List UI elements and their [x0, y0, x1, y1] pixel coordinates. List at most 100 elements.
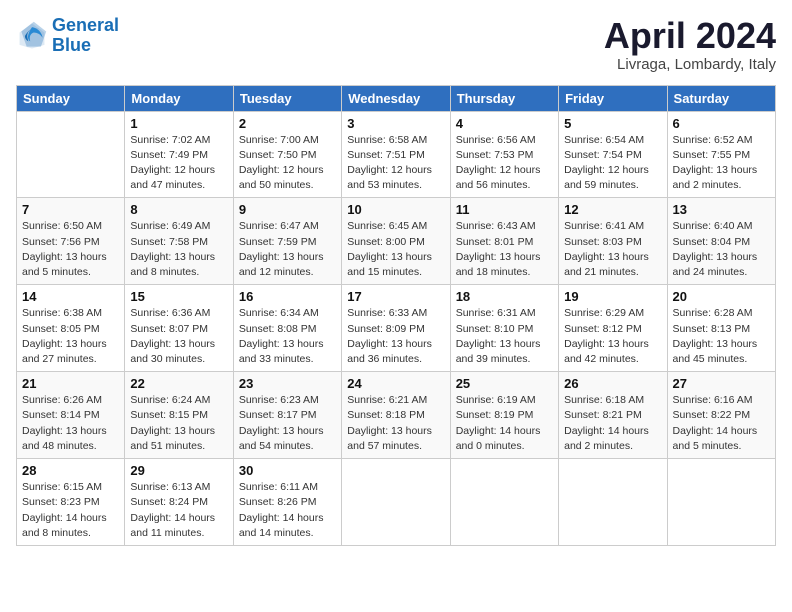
- calendar-cell: 15 Sunrise: 6:36 AM Sunset: 8:07 PM Dayli…: [125, 285, 233, 372]
- calendar-cell: 27 Sunrise: 6:16 AM Sunset: 8:22 PM Dayli…: [667, 372, 775, 459]
- day-number: 8: [130, 202, 227, 217]
- logo: General Blue: [16, 16, 119, 56]
- day-number: 22: [130, 376, 227, 391]
- weekday-header-saturday: Saturday: [667, 85, 775, 111]
- day-number: 18: [456, 289, 553, 304]
- calendar-cell: 9Sunrise: 6:47 AM Sunset: 7:59 PM Daylig…: [233, 198, 341, 285]
- day-info: Sunrise: 6:23 AM Sunset: 8:17 PM Dayligh…: [239, 393, 336, 454]
- day-info: Sunrise: 6:49 AM Sunset: 7:58 PM Dayligh…: [130, 219, 227, 280]
- page-header: General Blue April 2024 Livraga, Lombard…: [16, 16, 776, 73]
- day-info: Sunrise: 6:19 AM Sunset: 8:19 PM Dayligh…: [456, 393, 553, 454]
- day-info: Sunrise: 6:31 AM Sunset: 8:10 PM Dayligh…: [456, 306, 553, 367]
- calendar-cell: 18 Sunrise: 6:31 AM Sunset: 8:10 PM Dayli…: [450, 285, 558, 372]
- day-info: Sunrise: 7:00 AM Sunset: 7:50 PM Dayligh…: [239, 133, 336, 194]
- calendar-cell: 3 Sunrise: 6:58 AM Sunset: 7:51 PM Daylig…: [342, 111, 450, 198]
- day-number: 20: [673, 289, 770, 304]
- day-number: 12: [564, 202, 661, 217]
- weekday-header-wednesday: Wednesday: [342, 85, 450, 111]
- day-info: Sunrise: 6:21 AM Sunset: 8:18 PM Dayligh…: [347, 393, 444, 454]
- calendar-cell: 19Sunrise: 6:29 AM Sunset: 8:12 PM Dayli…: [559, 285, 667, 372]
- day-info: Sunrise: 6:58 AM Sunset: 7:51 PM Dayligh…: [347, 133, 444, 194]
- day-info: Sunrise: 7:02 AM Sunset: 7:49 PM Dayligh…: [130, 133, 227, 194]
- weekday-header-sunday: Sunday: [17, 85, 125, 111]
- day-info: Sunrise: 6:11 AM Sunset: 8:26 PM Dayligh…: [239, 480, 336, 541]
- calendar-cell: 8 Sunrise: 6:49 AM Sunset: 7:58 PM Daylig…: [125, 198, 233, 285]
- calendar-cell: 14 Sunrise: 6:38 AM Sunset: 8:05 PM Dayli…: [17, 285, 125, 372]
- day-info: Sunrise: 6:50 AM Sunset: 7:56 PM Dayligh…: [22, 219, 119, 280]
- day-info: Sunrise: 6:18 AM Sunset: 8:21 PM Dayligh…: [564, 393, 661, 454]
- title-block: April 2024 Livraga, Lombardy, Italy: [604, 16, 776, 73]
- location-title: Livraga, Lombardy, Italy: [604, 56, 776, 73]
- day-info: Sunrise: 6:41 AM Sunset: 8:03 PM Dayligh…: [564, 219, 661, 280]
- weekday-header-monday: Monday: [125, 85, 233, 111]
- calendar-cell: 7 Sunrise: 6:50 AM Sunset: 7:56 PM Daylig…: [17, 198, 125, 285]
- day-info: Sunrise: 6:47 AM Sunset: 7:59 PM Dayligh…: [239, 219, 336, 280]
- calendar-cell: 1 Sunrise: 7:02 AM Sunset: 7:49 PM Daylig…: [125, 111, 233, 198]
- day-info: Sunrise: 6:15 AM Sunset: 8:23 PM Dayligh…: [22, 480, 119, 541]
- calendar-cell: 22Sunrise: 6:24 AM Sunset: 8:15 PM Dayli…: [125, 372, 233, 459]
- calendar-cell: 30 Sunrise: 6:11 AM Sunset: 8:26 PM Dayli…: [233, 459, 341, 546]
- day-info: Sunrise: 6:45 AM Sunset: 8:00 PM Dayligh…: [347, 219, 444, 280]
- day-number: 2: [239, 116, 336, 131]
- calendar-cell: 26Sunrise: 6:18 AM Sunset: 8:21 PM Dayli…: [559, 372, 667, 459]
- weekday-header-thursday: Thursday: [450, 85, 558, 111]
- day-info: Sunrise: 6:38 AM Sunset: 8:05 PM Dayligh…: [22, 306, 119, 367]
- day-number: 13: [673, 202, 770, 217]
- day-info: Sunrise: 6:28 AM Sunset: 8:13 PM Dayligh…: [673, 306, 770, 367]
- day-info: Sunrise: 6:13 AM Sunset: 8:24 PM Dayligh…: [130, 480, 227, 541]
- day-info: Sunrise: 6:33 AM Sunset: 8:09 PM Dayligh…: [347, 306, 444, 367]
- day-number: 28: [22, 463, 119, 478]
- day-number: 3: [347, 116, 444, 131]
- day-number: 15: [130, 289, 227, 304]
- calendar-cell: 29 Sunrise: 6:13 AM Sunset: 8:24 PM Dayli…: [125, 459, 233, 546]
- calendar-cell: 5Sunrise: 6:54 AM Sunset: 7:54 PM Daylig…: [559, 111, 667, 198]
- day-info: Sunrise: 6:16 AM Sunset: 8:22 PM Dayligh…: [673, 393, 770, 454]
- calendar-cell: 13 Sunrise: 6:40 AM Sunset: 8:04 PM Dayli…: [667, 198, 775, 285]
- logo-text: General Blue: [52, 16, 119, 56]
- day-number: 25: [456, 376, 553, 391]
- calendar-cell: [450, 459, 558, 546]
- day-info: Sunrise: 6:43 AM Sunset: 8:01 PM Dayligh…: [456, 219, 553, 280]
- day-info: Sunrise: 6:40 AM Sunset: 8:04 PM Dayligh…: [673, 219, 770, 280]
- day-info: Sunrise: 6:29 AM Sunset: 8:12 PM Dayligh…: [564, 306, 661, 367]
- calendar-cell: 21Sunrise: 6:26 AM Sunset: 8:14 PM Dayli…: [17, 372, 125, 459]
- calendar-cell: 2 Sunrise: 7:00 AM Sunset: 7:50 PM Daylig…: [233, 111, 341, 198]
- calendar-cell: 23Sunrise: 6:23 AM Sunset: 8:17 PM Dayli…: [233, 372, 341, 459]
- calendar-cell: 12 Sunrise: 6:41 AM Sunset: 8:03 PM Dayli…: [559, 198, 667, 285]
- weekday-header-row: SundayMondayTuesdayWednesdayThursdayFrid…: [17, 85, 776, 111]
- day-info: Sunrise: 6:34 AM Sunset: 8:08 PM Dayligh…: [239, 306, 336, 367]
- calendar-cell: [17, 111, 125, 198]
- calendar-cell: 28 Sunrise: 6:15 AM Sunset: 8:23 PM Dayli…: [17, 459, 125, 546]
- calendar-cell: 25 Sunrise: 6:19 AM Sunset: 8:19 PM Dayli…: [450, 372, 558, 459]
- day-number: 14: [22, 289, 119, 304]
- calendar-cell: [342, 459, 450, 546]
- calendar-cell: 6 Sunrise: 6:52 AM Sunset: 7:55 PM Daylig…: [667, 111, 775, 198]
- day-info: Sunrise: 6:52 AM Sunset: 7:55 PM Dayligh…: [673, 133, 770, 194]
- day-number: 4: [456, 116, 553, 131]
- day-number: 24: [347, 376, 444, 391]
- day-number: 10: [347, 202, 444, 217]
- day-number: 17: [347, 289, 444, 304]
- calendar-week-row: 14 Sunrise: 6:38 AM Sunset: 8:05 PM Dayli…: [17, 285, 776, 372]
- logo-icon: [16, 20, 48, 52]
- day-number: 21: [22, 376, 119, 391]
- day-info: Sunrise: 6:54 AM Sunset: 7:54 PM Dayligh…: [564, 133, 661, 194]
- calendar-cell: [667, 459, 775, 546]
- day-info: Sunrise: 6:36 AM Sunset: 8:07 PM Dayligh…: [130, 306, 227, 367]
- calendar-week-row: 7 Sunrise: 6:50 AM Sunset: 7:56 PM Daylig…: [17, 198, 776, 285]
- day-number: 29: [130, 463, 227, 478]
- calendar-cell: 17 Sunrise: 6:33 AM Sunset: 8:09 PM Dayli…: [342, 285, 450, 372]
- calendar-cell: [559, 459, 667, 546]
- day-number: 6: [673, 116, 770, 131]
- day-number: 30: [239, 463, 336, 478]
- day-number: 7: [22, 202, 119, 217]
- calendar-cell: 20 Sunrise: 6:28 AM Sunset: 8:13 PM Dayli…: [667, 285, 775, 372]
- day-number: 11: [456, 202, 553, 217]
- month-title: April 2024: [604, 16, 776, 56]
- day-number: 27: [673, 376, 770, 391]
- calendar-week-row: 1 Sunrise: 7:02 AM Sunset: 7:49 PM Daylig…: [17, 111, 776, 198]
- calendar-week-row: 21Sunrise: 6:26 AM Sunset: 8:14 PM Dayli…: [17, 372, 776, 459]
- day-number: 16: [239, 289, 336, 304]
- day-number: 1: [130, 116, 227, 131]
- day-info: Sunrise: 6:56 AM Sunset: 7:53 PM Dayligh…: [456, 133, 553, 194]
